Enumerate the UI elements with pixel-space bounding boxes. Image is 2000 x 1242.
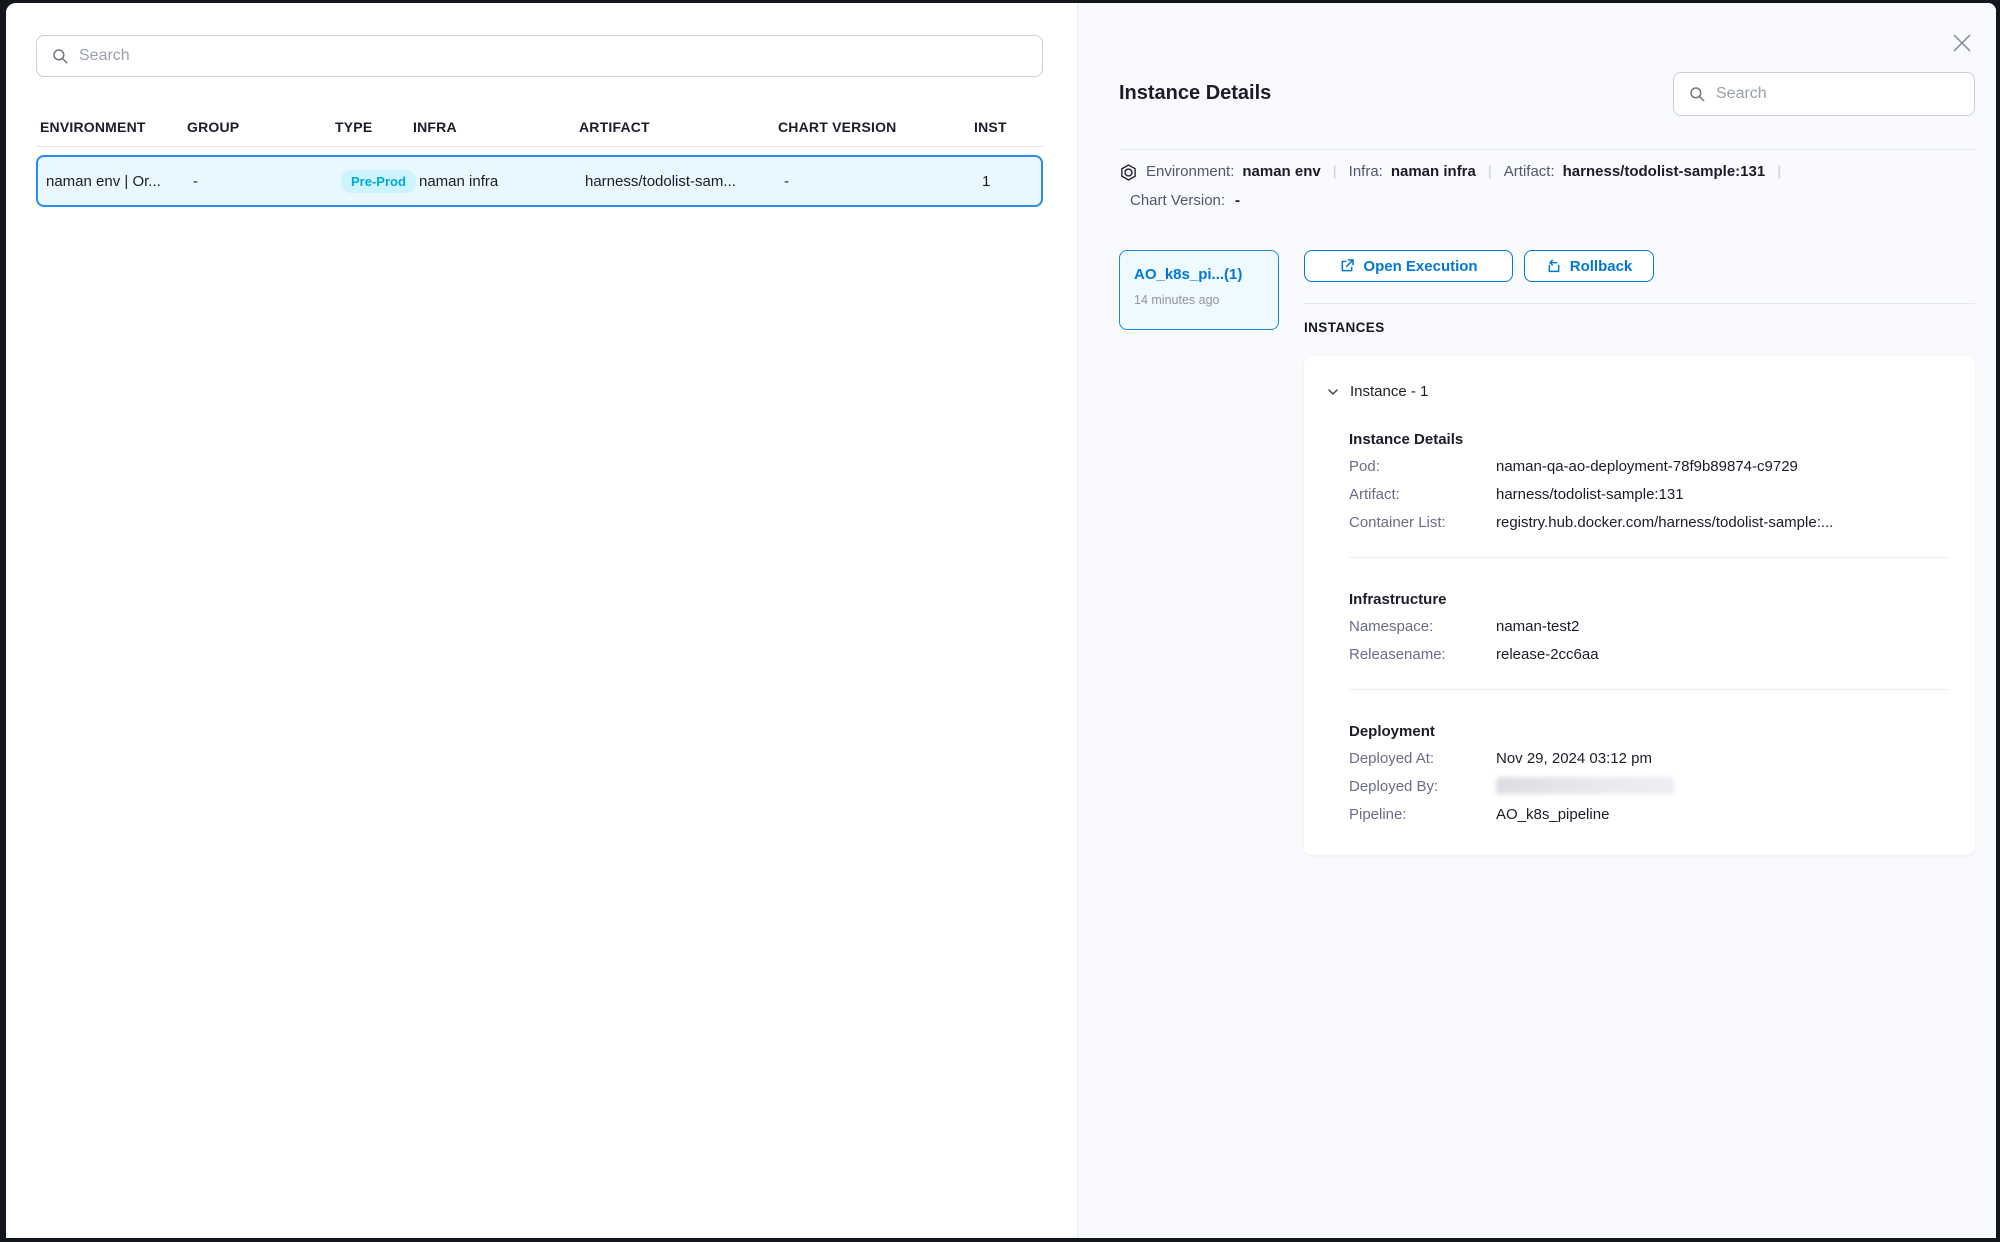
section-divider (1349, 689, 1949, 690)
field-value: naman-qa-ao-deployment-78f9b89874-c9729 (1496, 457, 1798, 476)
external-link-icon (1339, 258, 1355, 274)
environment-value: naman env (1242, 161, 1320, 183)
section-divider (1304, 303, 1975, 304)
column-header-environment: ENVIRONMENT (40, 119, 187, 135)
instance-card: Instance - 1 Instance Details Pod: naman… (1304, 356, 1975, 855)
execution-card-time: 14 minutes ago (1134, 293, 1264, 307)
field-row-container-list: Container List: registry.hub.docker.com/… (1349, 513, 1949, 532)
environment-label: Environment: (1146, 161, 1234, 183)
cell-infra: naman infra (419, 173, 585, 190)
field-row-deployed-by: Deployed By: (1349, 777, 1949, 796)
execution-card[interactable]: AO_k8s_pi...(1) 14 minutes ago (1119, 250, 1279, 330)
rollback-button[interactable]: Rollback (1524, 250, 1654, 282)
instance-body: Instance Details Pod: naman-qa-ao-deploy… (1349, 431, 1949, 824)
close-icon[interactable] (1949, 30, 1975, 56)
chart-version-label: Chart Version: (1130, 190, 1225, 212)
field-value: harness/todolist-sample:131 (1496, 485, 1684, 504)
field-row-artifact: Artifact: harness/todolist-sample:131 (1349, 485, 1949, 504)
search-icon (51, 47, 69, 65)
field-value: AO_k8s_pipeline (1496, 805, 1609, 824)
field-label: Deployed At: (1349, 749, 1496, 768)
chart-version-value: - (1235, 190, 1240, 212)
column-header-type: TYPE (335, 119, 413, 135)
field-value: naman-test2 (1496, 617, 1579, 636)
instance-details-modal: ENVIRONMENT GROUP TYPE INFRA ARTIFACT CH… (6, 3, 1996, 1238)
deployed-by-redacted-value (1496, 777, 1674, 794)
field-row-pod: Pod: naman-qa-ao-deployment-78f9b89874-c… (1349, 457, 1949, 476)
field-label: Pipeline: (1349, 805, 1496, 824)
table-row-selected[interactable]: naman env | Or... - Pre-Prod naman infra… (36, 155, 1043, 207)
field-row-releasename: Releasename: release-2cc6aa (1349, 645, 1949, 664)
artifact-value: harness/todolist-sample:131 (1563, 161, 1766, 183)
section-title-instance-details: Instance Details (1349, 431, 1949, 448)
separator: | (1484, 161, 1496, 183)
field-row-namespace: Namespace: naman-test2 (1349, 617, 1949, 636)
field-row-pipeline: Pipeline: AO_k8s_pipeline (1349, 805, 1949, 824)
table-header: ENVIRONMENT GROUP TYPE INFRA ARTIFACT CH… (36, 119, 1043, 135)
column-header-infra: INFRA (413, 119, 579, 135)
instance-collapse-toggle[interactable]: Instance - 1 (1325, 383, 1949, 400)
environment-icon (1119, 163, 1138, 182)
rollback-label: Rollback (1570, 258, 1633, 275)
field-label: Pod: (1349, 457, 1496, 476)
artifact-label: Artifact: (1504, 161, 1555, 183)
column-header-chart-version: CHART VERSION (778, 119, 974, 135)
section-title-deployment: Deployment (1349, 723, 1949, 740)
search-input[interactable] (1716, 85, 1960, 103)
cell-group: - (193, 173, 341, 190)
column-header-group: GROUP (187, 119, 335, 135)
page-title: Instance Details (1119, 82, 1271, 105)
open-execution-label: Open Execution (1363, 258, 1477, 275)
chevron-down-icon (1325, 384, 1341, 400)
section-divider (1349, 557, 1949, 558)
search-icon (1688, 85, 1706, 103)
cell-chart-version: - (784, 173, 980, 190)
instance-details-panel: Instance Details Environment: naman en (1077, 3, 1996, 1238)
open-execution-button[interactable]: Open Execution (1304, 250, 1513, 282)
table-search[interactable] (36, 35, 1043, 77)
instances-heading: INSTANCES (1304, 320, 1385, 335)
field-row-deployed-at: Deployed At: Nov 29, 2024 03:12 pm (1349, 749, 1949, 768)
field-value: registry.hub.docker.com/harness/todolist… (1496, 513, 1833, 532)
execution-card-title: AO_k8s_pi...(1) (1134, 266, 1264, 283)
table-header-divider (36, 146, 1043, 147)
instances-search[interactable] (1673, 72, 1975, 116)
cell-environment: naman env | Or... (46, 173, 193, 190)
cell-inst-count: 1 (980, 173, 1041, 190)
deployment-summary: Environment: naman env | Infra: naman in… (1119, 161, 1975, 212)
separator: | (1329, 161, 1341, 183)
field-label: Releasename: (1349, 645, 1496, 664)
field-value: release-2cc6aa (1496, 645, 1599, 664)
infra-label: Infra: (1349, 161, 1383, 183)
header-divider (1119, 149, 1975, 150)
rollback-icon (1546, 258, 1562, 274)
env-type-badge: Pre-Prod (341, 170, 416, 193)
separator: | (1773, 161, 1785, 183)
column-header-inst: INST (974, 119, 1043, 135)
column-header-artifact: ARTIFACT (579, 119, 778, 135)
cell-artifact: harness/todolist-sam... (585, 173, 784, 190)
infra-value: naman infra (1391, 161, 1476, 183)
field-value: Nov 29, 2024 03:12 pm (1496, 749, 1652, 768)
search-input[interactable] (79, 47, 1028, 65)
field-label: Deployed By: (1349, 777, 1496, 796)
instance-title: Instance - 1 (1350, 383, 1428, 400)
field-label: Container List: (1349, 513, 1496, 532)
section-title-infrastructure: Infrastructure (1349, 591, 1949, 608)
field-label: Artifact: (1349, 485, 1496, 504)
environments-list-panel: ENVIRONMENT GROUP TYPE INFRA ARTIFACT CH… (6, 3, 1077, 1238)
field-label: Namespace: (1349, 617, 1496, 636)
